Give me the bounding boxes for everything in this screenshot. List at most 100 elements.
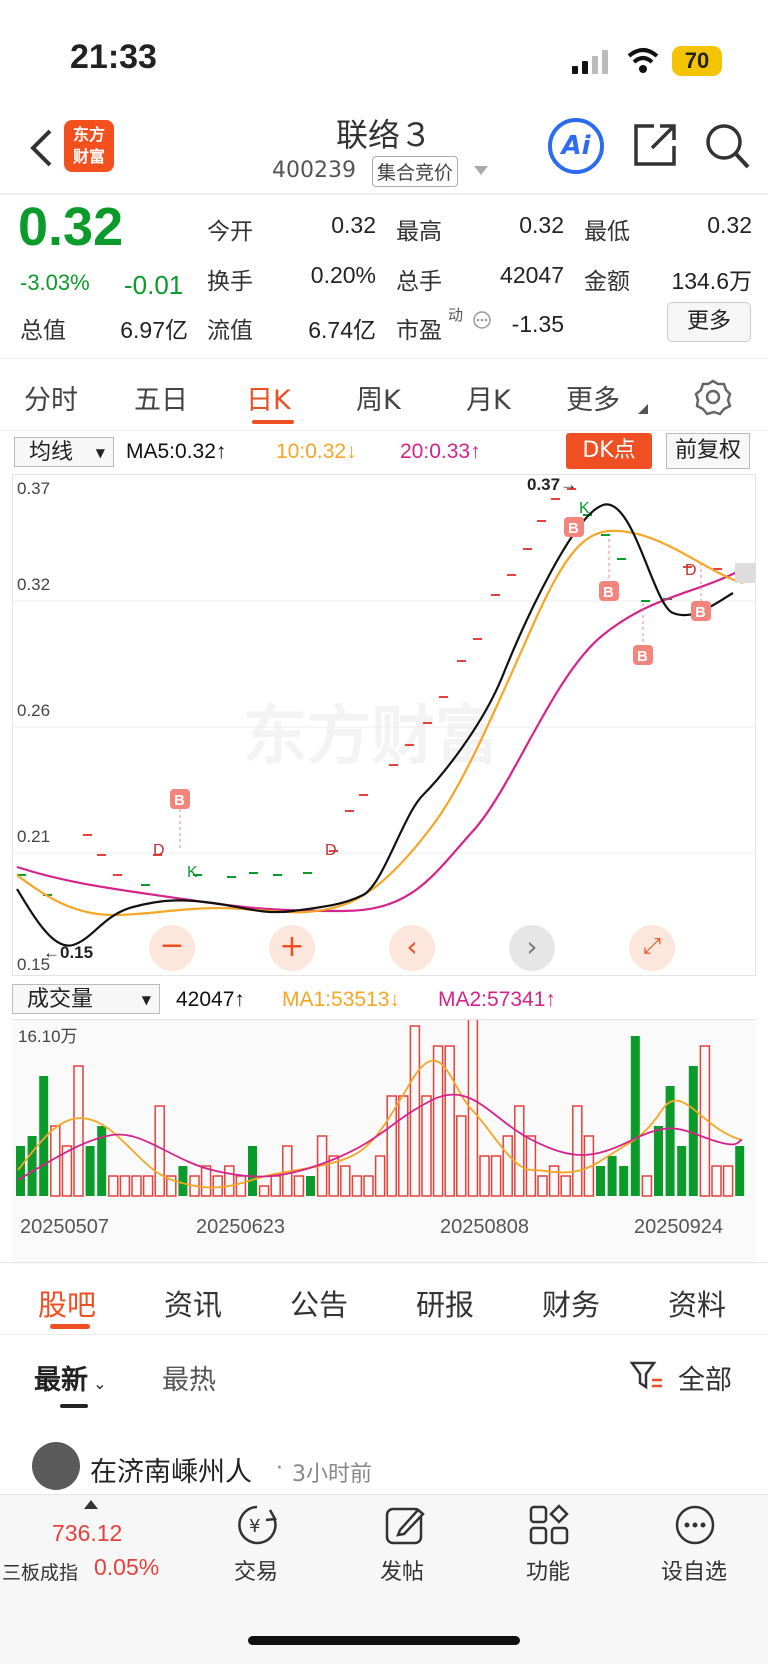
x-date-label: 20250808 [440,1216,529,1238]
volume-indicator-select[interactable]: 成交量 ▼ [12,984,160,1014]
pe-label: 市盈 [396,318,442,344]
volume-bar [248,1146,257,1196]
filter-all[interactable]: 全部 [678,1358,732,1397]
post-time-dot: · [276,1456,283,1481]
fullscreen-button[interactable]: ⤢ [629,925,675,971]
volume-bar [386,1095,397,1197]
svg-text:D: D [153,842,165,859]
index-change[interactable]: 0.05% [94,1554,159,1581]
turnover-value: 0.20% [310,262,376,288]
volume-bar [456,1115,467,1197]
nav-add-watchlist[interactable]: 设自选 [644,1554,744,1586]
settings-gear-icon[interactable] [694,378,732,416]
volume-value: 42047↑ [176,988,245,1011]
nav-trade[interactable]: 交易 [206,1554,306,1586]
more-circle-icon[interactable] [674,1504,716,1546]
volume-bar [502,1135,513,1197]
tab-monthly-k[interactable]: 月K [466,378,511,417]
volume-bar [258,1185,270,1197]
volume-label: 总手 [396,269,442,295]
tab-weekly-k[interactable]: 周K [356,378,401,417]
volume-bar [212,1175,223,1197]
volume-bar [293,1175,305,1197]
divider [0,1262,768,1263]
sort-indicator [60,1404,88,1408]
vol-ma1-legend: MA1:53513↓ [282,988,400,1011]
volume-bar [200,1165,212,1197]
volume-bar [432,1045,444,1197]
pan-right-button[interactable]: › [509,925,555,971]
pan-left-button[interactable]: ‹ [389,925,435,971]
ai-button[interactable]: Ai [548,118,604,174]
volume-chart[interactable]: 16.10万 20250507 20250623 20250808 202509… [12,1019,756,1264]
ma10-line [16,529,744,917]
svg-text:B: B [695,604,706,621]
vol-ma2-legend: MA2:57341↑ [438,988,556,1011]
volume-bar [479,1155,490,1197]
amount-label: 金额 [584,269,630,295]
index-name[interactable]: 三板成指 [2,1558,78,1585]
post-icon[interactable] [384,1504,426,1546]
amount-value: 134.6万 [671,268,752,294]
ma20-legend: 20:0.33↑ [400,440,481,463]
volume-bar [572,1105,583,1197]
index-value[interactable]: 736.12 [52,1520,122,1547]
dk-point-button[interactable]: DK点 [566,433,652,469]
volume-bar [677,1146,687,1196]
tab-research[interactable]: 研报 [416,1282,474,1324]
volume-bar [50,1125,61,1197]
info-icon[interactable] [472,310,492,330]
trade-icon[interactable]: ¥ [236,1504,278,1546]
tab-daily-k[interactable]: 日K [246,378,291,417]
ma5-line [16,503,734,947]
volume-bar [27,1136,37,1196]
sort-hot[interactable]: 最热 [162,1358,216,1397]
tab-announcements[interactable]: 公告 [290,1282,348,1324]
volume-bar [607,1156,617,1196]
tab-finance[interactable]: 财务 [542,1282,600,1324]
volume-bar [363,1175,374,1197]
current-price: 0.32 [18,197,124,257]
more-quote-button[interactable]: 更多 [667,302,751,342]
volume-bar [374,1155,386,1197]
ma-select[interactable]: 均线 ▼ [14,437,114,467]
nav-functions[interactable]: 功能 [498,1554,598,1586]
tab-news[interactable]: 资讯 [164,1282,222,1324]
zoom-out-button[interactable]: − [149,925,195,971]
zoom-in-button[interactable]: + [269,925,315,971]
svg-text:B: B [174,792,185,809]
avatar[interactable] [32,1442,80,1490]
volume-bar [119,1175,131,1197]
tab-more-periods[interactable]: 更多 [566,378,620,417]
tab-profile[interactable]: 资料 [668,1282,726,1324]
float-value: 6.74亿 [308,317,376,343]
share-icon[interactable] [632,122,678,168]
kline-chart[interactable]: 东方财富 B B B B B D K D K D 0.37 0.32 0.26 … [12,474,756,976]
functions-icon[interactable] [528,1504,570,1546]
divider [0,193,768,195]
caret-down-icon[interactable] [474,166,488,176]
tab-intraday[interactable]: 分时 [24,378,78,417]
pe-dynamic-label: 动 [448,306,464,324]
pe-value: -1.35 [511,311,564,337]
volume-bar [722,1165,734,1197]
post-author[interactable]: 在济南嵊州人 [90,1450,252,1489]
volume-bar [154,1105,165,1197]
nav-post[interactable]: 发帖 [352,1554,452,1586]
tab-guba[interactable]: 股吧 [38,1282,96,1324]
volume-plot [16,1020,745,1197]
volume-bar [490,1155,502,1197]
y-label: 0.32 [17,575,51,594]
change-percent: -3.03% [20,270,90,295]
filter-icon[interactable] [630,1360,664,1392]
ma5-legend: MA5:0.32↑ [126,440,227,463]
adjust-button[interactable]: 前复权 [666,433,750,469]
open-value: 0.32 [331,212,376,238]
turnover-label: 换手 [207,269,253,295]
sort-latest[interactable]: 最新 ⌄ [34,1358,107,1397]
signal-icon [572,50,608,74]
search-icon[interactable] [704,122,750,170]
active-tab-indicator [252,420,294,424]
tab-five-day[interactable]: 五日 [134,378,188,417]
home-indicator [248,1636,520,1645]
